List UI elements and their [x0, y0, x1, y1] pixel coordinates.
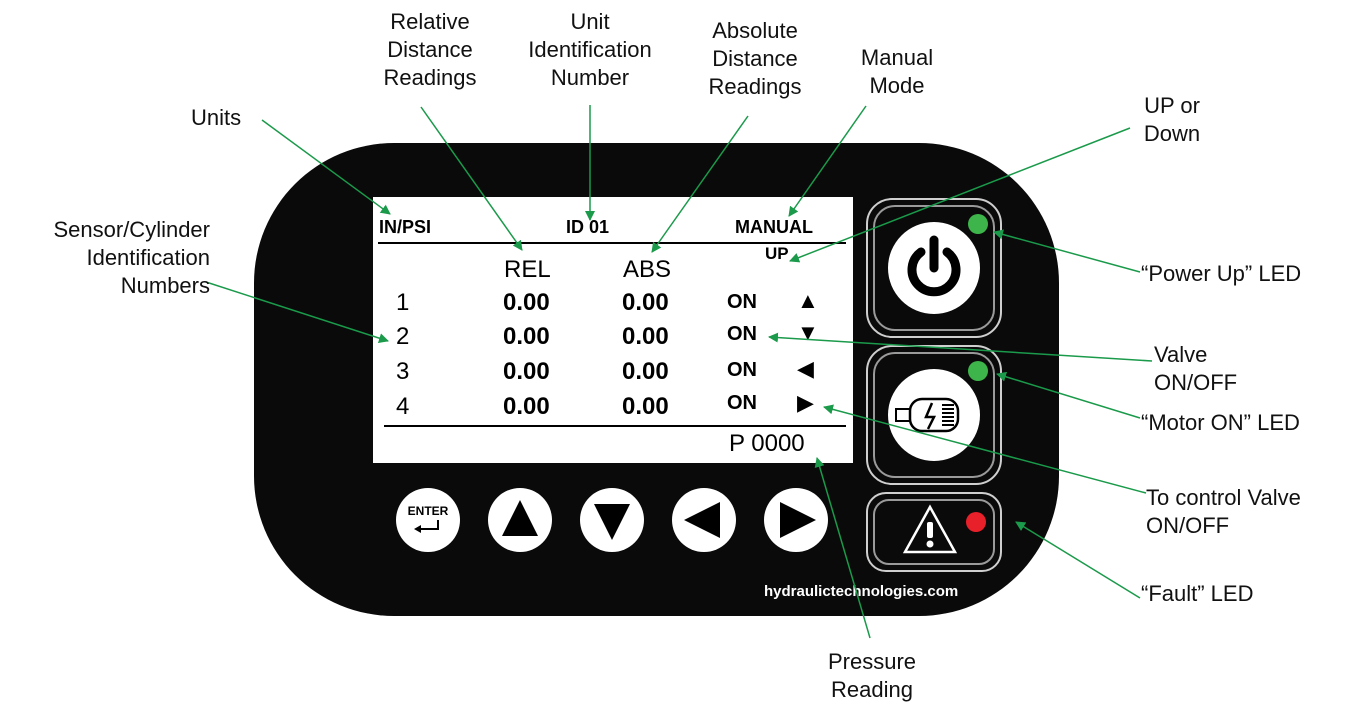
lcd-units: IN/PSI [379, 217, 432, 237]
callout-sensor-line3: Numbers [120, 273, 210, 298]
up-arrow-icon [502, 500, 538, 536]
callout-control-line2: ON/OFF [1146, 513, 1230, 538]
left-button[interactable] [672, 488, 736, 552]
callout-motor-led: “Motor ON” LED [1141, 410, 1300, 435]
lcd-row-2-abs: 0.00 [622, 323, 669, 350]
callout-updown: UP or Down [1120, 92, 1224, 148]
power-icon [907, 235, 961, 297]
lcd-row-1-arrow: ▲ [797, 288, 819, 313]
callout-relative-line1: Relative [390, 9, 470, 34]
right-arrow-icon [780, 502, 816, 538]
enter-button[interactable]: ENTER [396, 488, 460, 552]
callout-control: To control Valve ON/OFF [1146, 484, 1301, 540]
callout-manual-line1: Manual [860, 45, 934, 70]
left-arrow-icon [684, 502, 720, 538]
power-button[interactable] [866, 198, 1002, 338]
callout-updown-line2: Down [1143, 121, 1201, 146]
power-button-face [888, 222, 980, 314]
lcd-row-2-arrow: ▼ [797, 320, 819, 345]
lcd-pressure: P 0000 [729, 430, 805, 457]
lcd-row-1-abs: 0.00 [622, 289, 669, 316]
callout-relative-line3: Readings [383, 65, 477, 90]
motor-icon [895, 397, 960, 433]
callout-absolute-line1: Absolute [712, 18, 798, 43]
callout-sensor-line1: Sensor/Cylinder [53, 217, 210, 242]
lcd-row-4-rel: 0.00 [503, 393, 550, 420]
callout-unit-id-line1: Unit [570, 9, 610, 34]
right-button[interactable] [764, 488, 828, 552]
warning-icon [902, 504, 958, 554]
motor-button-face [888, 369, 980, 461]
down-arrow-icon [594, 504, 630, 540]
lcd-row-1-valve: ON [727, 291, 757, 313]
callout-sensor-line2: Identification [86, 245, 210, 270]
callout-unit-id: Unit Identification Number [508, 8, 672, 92]
callout-unit-id-line3: Number [550, 65, 630, 90]
lcd-row-2-rel: 0.00 [503, 323, 550, 350]
lcd-col-abs: ABS [623, 256, 672, 283]
lcd-col-rel: REL [504, 256, 551, 283]
lcd-row-3-id: 3 [396, 358, 410, 385]
lcd-direction: UP [765, 244, 789, 263]
power-led [968, 214, 988, 234]
callout-updown-line1: UP or [1144, 93, 1200, 118]
lcd-row-3-arrow: ◀ [797, 356, 814, 381]
callout-relative-line2: Distance [387, 37, 473, 62]
lcd-bottom-divider [384, 425, 846, 427]
lcd-mode: MANUAL [735, 217, 813, 237]
lcd-row-1-rel: 0.00 [503, 289, 550, 316]
callout-absolute-line3: Readings [708, 74, 802, 99]
callout-absolute: Absolute Distance Readings [694, 17, 816, 101]
fault-led [966, 512, 986, 532]
lcd-row-4-id: 4 [396, 393, 410, 420]
callout-valve: Valve ON/OFF [1154, 341, 1237, 397]
lcd-row-3-rel: 0.00 [503, 358, 550, 385]
lcd-row-1-id: 1 [396, 289, 410, 316]
callout-valve-line1: Valve [1154, 342, 1208, 367]
callout-pressure: Pressure Reading [814, 648, 930, 704]
lcd-row-3-valve: ON [727, 359, 757, 381]
callout-absolute-line2: Distance [712, 46, 798, 71]
callout-fault-led: “Fault” LED [1141, 581, 1254, 606]
lcd-unit-id: ID 01 [566, 217, 610, 237]
callout-power-led: “Power Up” LED [1141, 261, 1302, 286]
lcd-row-4-valve: ON [727, 392, 757, 414]
callout-control-line1: To control Valve [1146, 485, 1301, 510]
website-label: hydraulictechnologies.com [764, 583, 959, 600]
lcd-row-4-arrow: ▶ [797, 390, 814, 415]
down-button[interactable] [580, 488, 644, 552]
up-button[interactable] [488, 488, 552, 552]
enter-label: ENTER [407, 504, 449, 518]
callout-manual: Manual Mode [845, 44, 949, 100]
callout-pressure-line1: Pressure [827, 649, 917, 674]
callout-units: Units [191, 105, 242, 130]
lcd-row-3-abs: 0.00 [622, 358, 669, 385]
motor-button[interactable] [866, 345, 1002, 485]
callout-relative: Relative Distance Readings [369, 8, 491, 92]
lcd-row-2-valve: ON [727, 323, 757, 345]
callout-pressure-line2: Reading [831, 677, 913, 702]
lcd-row-2-id: 2 [396, 323, 410, 350]
callout-unit-id-line2: Identification [528, 37, 652, 62]
motor-led [968, 361, 988, 381]
lcd-row-4-abs: 0.00 [622, 393, 669, 420]
callout-manual-line2: Mode [869, 73, 925, 98]
fault-button[interactable] [866, 492, 1002, 572]
enter-return-icon [414, 520, 439, 533]
callout-sensor: Sensor/Cylinder Identification Numbers [0, 216, 210, 300]
callout-valve-line2: ON/OFF [1154, 370, 1238, 395]
